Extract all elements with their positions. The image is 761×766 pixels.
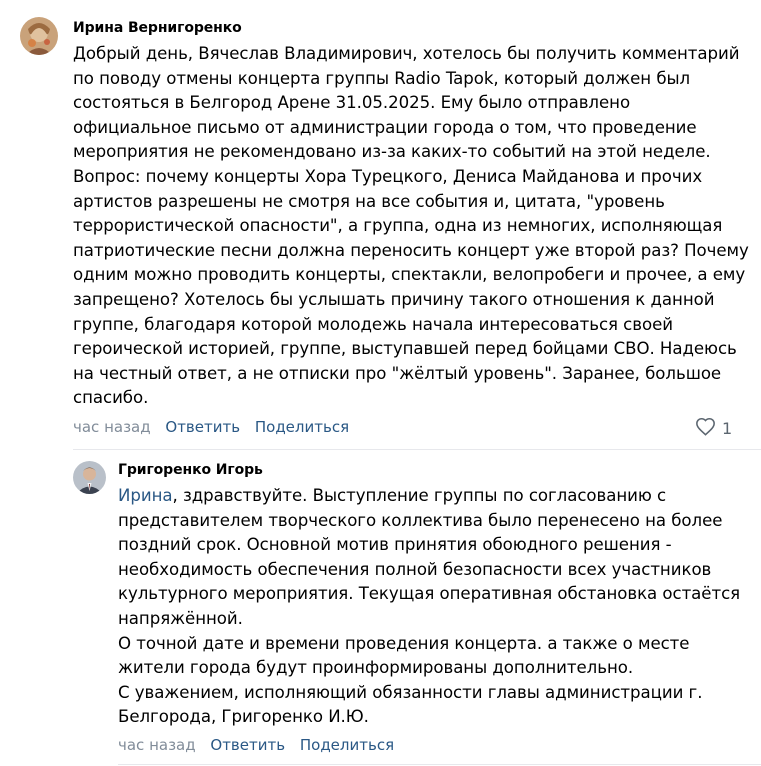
comment-text-line: С уважением, исполняющий обязанности гла… xyxy=(118,682,703,702)
like-button[interactable]: 1 xyxy=(695,417,732,440)
comment-text-line: официальное письмо от администрации горо… xyxy=(73,117,697,137)
comment-text-line: О точной дате и времени проведения конце… xyxy=(118,633,690,653)
comment-text-line: представителем творческого коллектива бы… xyxy=(118,510,723,530)
comment-text-line: спасибо. xyxy=(73,388,149,408)
share-button[interactable]: Поделиться xyxy=(300,736,394,754)
comment-author[interactable]: Григоренко Игорь xyxy=(118,462,263,478)
comment-author[interactable]: Ирина Вернигоренко xyxy=(73,20,242,36)
comment-text-line: напряжённой. xyxy=(118,608,243,628)
comment-text-line: мероприятия не рекомендовано из-за каких… xyxy=(73,142,711,162)
comment-text: Ирина, здравствуйте. Выступление группы … xyxy=(118,484,740,730)
comment-text-line: Добрый день, Вячеслав Владимирович, хоте… xyxy=(73,44,740,63)
comment-text: Добрый день, Вячеслав Владимирович, хоте… xyxy=(73,42,749,411)
comment-text-line: террористической опасности", а группа, о… xyxy=(73,216,723,236)
comment-text-line: жители города будут проинформированы доп… xyxy=(118,658,634,678)
comment-text-fragment: , здравствуйте. Выступление группы по со… xyxy=(172,486,667,505)
comment-text-line: по поводу отмены концерта группы Radio T… xyxy=(73,68,691,88)
avatar[interactable] xyxy=(20,17,58,55)
share-button[interactable]: Поделиться xyxy=(255,418,349,436)
comment-time[interactable]: час назад xyxy=(73,418,151,436)
divider xyxy=(118,764,761,765)
comment-text-line: запрещено? Хотелось бы услышать причину … xyxy=(73,289,715,309)
comment-text-line: поздний срок. Основной мотив принятия об… xyxy=(118,535,672,555)
comment: Ирина Вернигоренко Добрый день, Вячеслав… xyxy=(0,0,761,450)
comment-text-line: патриотические песни должна переносить к… xyxy=(73,240,749,260)
reply-button[interactable]: Ответить xyxy=(210,736,285,754)
comment-text-line: Вопрос: почему концерты Хора Турецкого, … xyxy=(73,166,703,186)
comment-text-line: одним можно проводить концерты, спектакл… xyxy=(73,265,746,285)
comment-text-line: культурного мероприятия. Текущая операти… xyxy=(118,584,741,604)
avatar[interactable] xyxy=(73,461,106,494)
like-count: 1 xyxy=(722,419,733,438)
reply-button[interactable]: Ответить xyxy=(165,418,240,436)
heart-outline-icon xyxy=(695,417,716,440)
comment-text-line: героической историей, группе, выступавше… xyxy=(73,339,737,359)
comment-text-line: необходимость обеспечения полной безопас… xyxy=(118,559,712,579)
reply-comment: Григоренко Игорь Ирина, здравствуйте. Вы… xyxy=(0,450,761,766)
comment-time[interactable]: час назад xyxy=(118,736,196,754)
comment-text-line: на честный ответ, а не отписки про "жёлт… xyxy=(73,363,722,383)
comment-text-line: Ирина, здравствуйте. Выступление группы … xyxy=(118,484,740,509)
comment-text-line: группе, благодаря которой молодежь начал… xyxy=(73,314,673,334)
comment-text-line: артистов разрешены не смотря на все собы… xyxy=(73,191,665,211)
comment-text-line: Белгорода, Григоренко И.Ю. xyxy=(118,707,369,727)
comment-meta: час назад Ответить Поделиться xyxy=(73,418,359,436)
mention-link[interactable]: Ирина xyxy=(118,486,173,505)
comment-meta: час назад Ответить Поделиться xyxy=(118,736,404,754)
comment-text-line: состояться в Белгород Арене 31.05.2025. … xyxy=(73,93,631,113)
